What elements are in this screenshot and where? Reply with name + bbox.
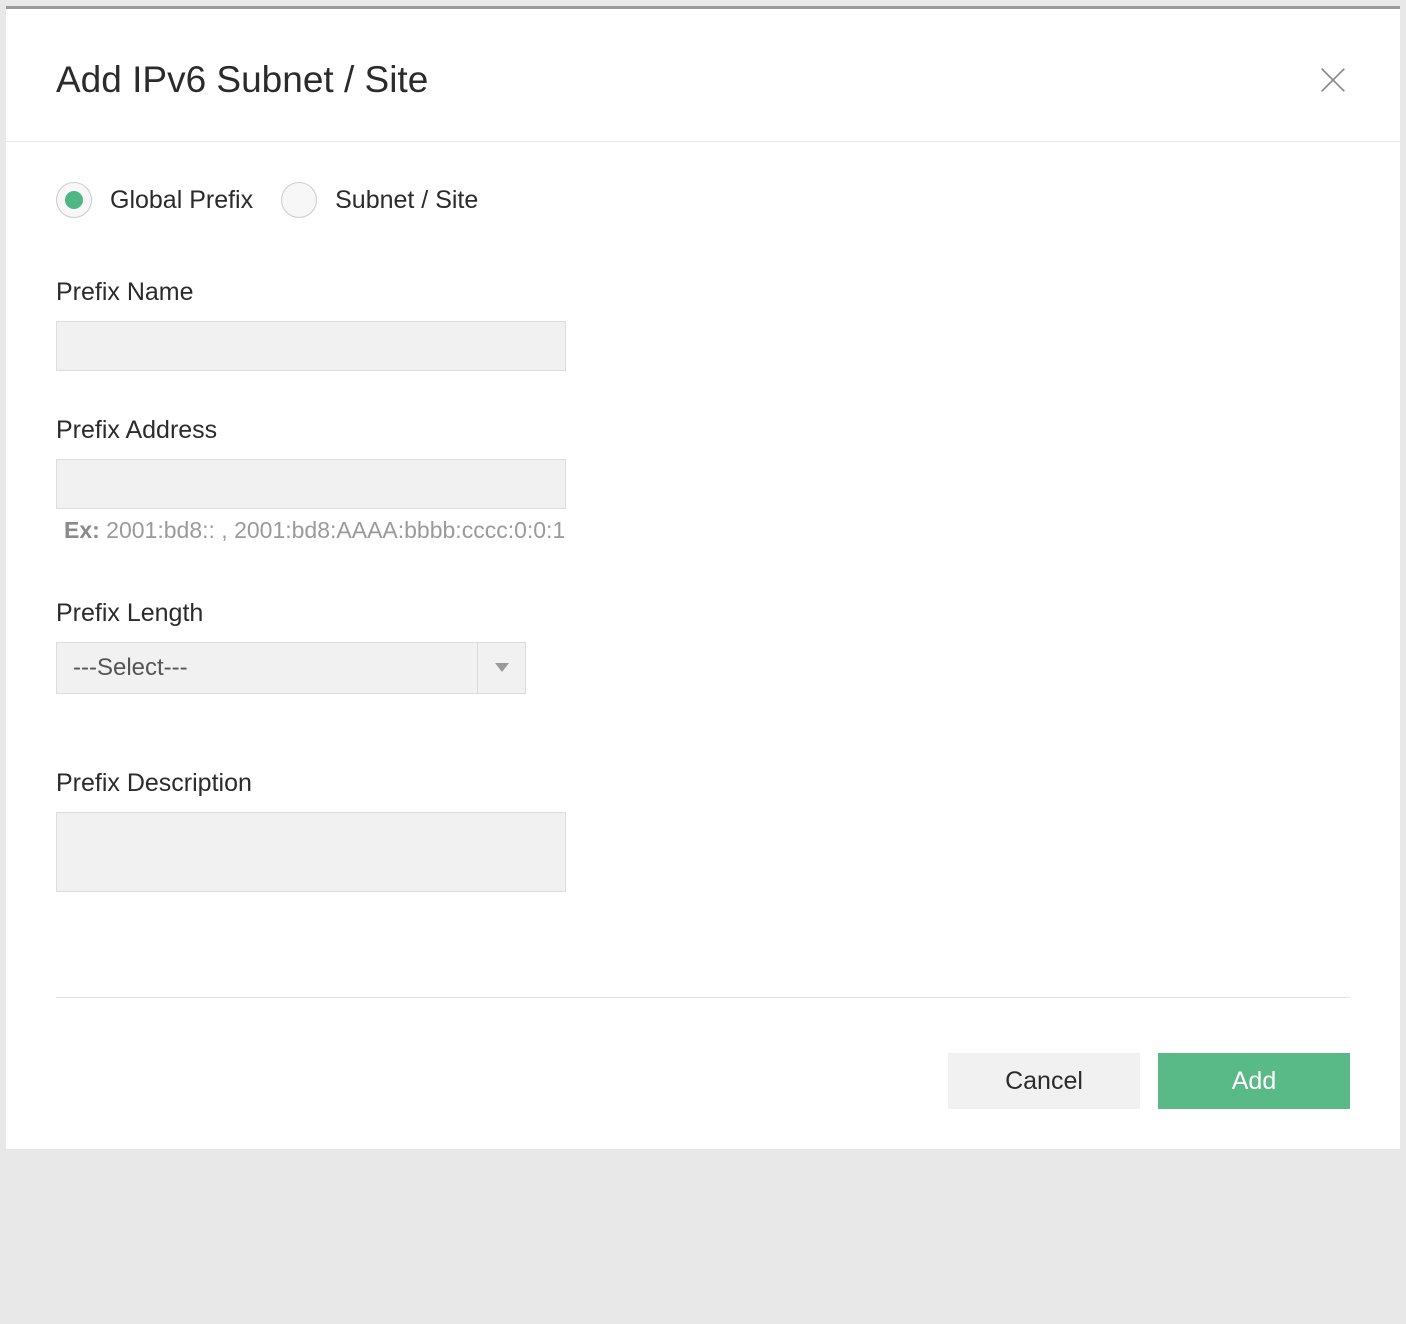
add-button[interactable]: Add — [1158, 1053, 1350, 1109]
prefix-address-field: Prefix Address Ex: 2001:bd8:: , 2001:bd8… — [56, 416, 1350, 544]
hint-text: 2001:bd8:: , 2001:bd8:AAAA:bbbb:cccc:0:0… — [100, 517, 565, 543]
cancel-button[interactable]: Cancel — [948, 1053, 1140, 1109]
add-ipv6-subnet-dialog: Add IPv6 Subnet / Site Global Prefix Sub… — [6, 6, 1400, 1149]
subnet-site-label: Subnet / Site — [335, 186, 478, 215]
chevron-down-icon — [477, 643, 525, 693]
prefix-length-field: Prefix Length ---Select--- — [56, 599, 1350, 694]
dialog-body: Global Prefix Subnet / Site Prefix Name … — [6, 142, 1400, 972]
prefix-address-label: Prefix Address — [56, 416, 1350, 445]
prefix-address-hint: Ex: 2001:bd8:: , 2001:bd8:AAAA:bbbb:cccc… — [56, 517, 1350, 544]
global-prefix-radio[interactable] — [56, 182, 92, 218]
prefix-type-radio-group: Global Prefix Subnet / Site — [56, 182, 1350, 218]
prefix-name-field: Prefix Name — [56, 278, 1350, 371]
prefix-description-field: Prefix Description — [56, 769, 1350, 897]
prefix-length-selected-value: ---Select--- — [57, 643, 477, 693]
dialog-footer: Cancel Add — [6, 998, 1400, 1149]
prefix-name-input[interactable] — [56, 321, 566, 371]
prefix-name-label: Prefix Name — [56, 278, 1350, 307]
prefix-length-label: Prefix Length — [56, 599, 1350, 628]
global-prefix-label: Global Prefix — [110, 186, 253, 215]
prefix-length-select[interactable]: ---Select--- — [56, 642, 526, 694]
prefix-description-input[interactable] — [56, 812, 566, 892]
subnet-site-radio[interactable] — [281, 182, 317, 218]
prefix-address-input[interactable] — [56, 459, 566, 509]
radio-selected-indicator-icon — [65, 191, 83, 209]
prefix-description-label: Prefix Description — [56, 769, 1350, 798]
close-icon[interactable] — [1316, 63, 1350, 97]
dialog-header: Add IPv6 Subnet / Site — [6, 9, 1400, 142]
dialog-title: Add IPv6 Subnet / Site — [56, 59, 428, 101]
hint-prefix: Ex: — [64, 517, 100, 543]
